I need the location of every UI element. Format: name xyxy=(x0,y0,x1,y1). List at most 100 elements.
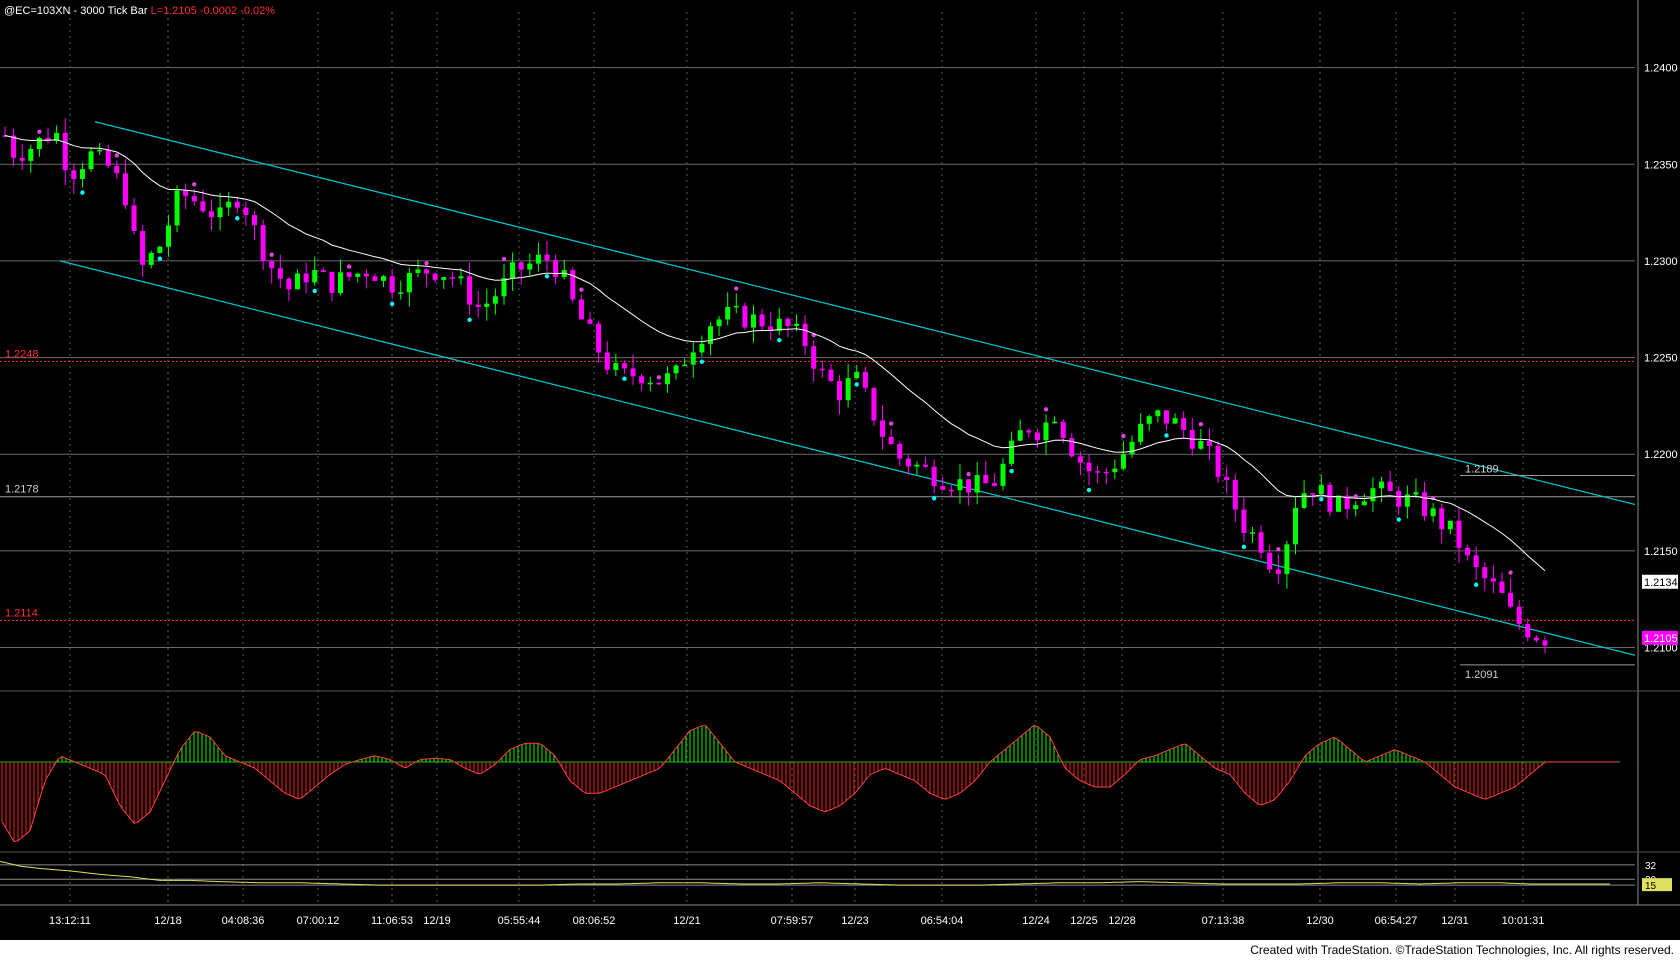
change-text: -0.0002 xyxy=(200,5,240,17)
price-chart[interactable]: 1.2400 1.2350 1.2300 1.2250 1.2200 1.2150 1.21… xyxy=(0,0,1680,940)
candle-body xyxy=(1198,440,1204,449)
candle-body xyxy=(948,489,954,492)
candle-body xyxy=(811,346,817,369)
swing-high-marker xyxy=(1198,421,1204,427)
candle-body xyxy=(295,273,301,290)
candle-body xyxy=(888,436,894,445)
swing-high-marker xyxy=(501,256,507,262)
candle-body xyxy=(165,225,171,247)
candle-body xyxy=(71,170,77,180)
candle-body xyxy=(682,364,688,367)
price-tick-label: 1.2400 xyxy=(1644,63,1678,75)
candle-body xyxy=(79,169,85,180)
swing-low-marker xyxy=(931,496,937,501)
candle-body xyxy=(1516,606,1522,625)
candle-body xyxy=(1533,637,1539,641)
candle-body xyxy=(389,276,395,293)
candle-body xyxy=(828,369,834,382)
candle-body xyxy=(647,382,653,385)
candle-body xyxy=(518,262,524,270)
time-tick-label: 11:06:53 xyxy=(371,915,413,927)
candle-body xyxy=(424,269,430,274)
candle-body xyxy=(303,273,309,283)
candle-body xyxy=(11,135,17,158)
swing-high-marker xyxy=(1276,547,1281,552)
last-price-label: 1.2105 xyxy=(1644,633,1678,645)
candle-body xyxy=(501,278,507,297)
moving-average-line xyxy=(4,135,1546,572)
candle-body xyxy=(742,305,748,328)
copyright-text: Created with TradeStation. ©TradeStation… xyxy=(1250,943,1674,957)
candle-body xyxy=(363,273,369,277)
candle-body xyxy=(88,151,94,170)
candle-body xyxy=(140,231,146,265)
candle-body xyxy=(200,201,206,212)
candle-body xyxy=(1241,509,1247,533)
swing-low-marker xyxy=(1086,487,1092,493)
candle-body xyxy=(97,149,103,152)
candle-body xyxy=(1000,463,1006,486)
candle-body xyxy=(785,318,791,326)
candle-body xyxy=(880,420,886,437)
candle-body xyxy=(191,196,197,202)
candle-body xyxy=(570,270,576,300)
swing-high-marker xyxy=(1121,433,1126,439)
candle-body xyxy=(535,254,541,264)
candle-body xyxy=(578,299,584,320)
candle-body xyxy=(1336,495,1342,512)
candle-body xyxy=(1465,547,1471,556)
candle-body xyxy=(1249,532,1255,534)
candle-body xyxy=(1069,437,1075,457)
candle-body xyxy=(338,272,344,294)
candle-body xyxy=(553,260,559,278)
candle-body xyxy=(983,475,989,484)
candle-body xyxy=(639,376,645,384)
price-tick-label: 1.2350 xyxy=(1644,159,1678,171)
channel-line-upper xyxy=(94,121,1636,506)
candle-body xyxy=(725,306,731,320)
candle-body xyxy=(157,246,163,253)
candle-body xyxy=(1413,492,1419,495)
candle-body xyxy=(234,201,240,208)
candle-body xyxy=(1370,488,1376,502)
swing-low-marker xyxy=(80,190,85,195)
candle-body xyxy=(1490,578,1496,582)
candle-body xyxy=(794,323,800,326)
candle-body xyxy=(475,304,481,307)
candle-body xyxy=(398,292,404,294)
swing-high-marker xyxy=(37,129,42,134)
swing-low-marker xyxy=(1241,544,1247,550)
candle-body xyxy=(845,378,851,401)
candle-body xyxy=(1258,532,1264,553)
candle-body xyxy=(269,261,275,269)
candle-body xyxy=(1060,421,1066,438)
candle-body xyxy=(406,272,412,293)
price-tick-label: 1.2300 xyxy=(1644,256,1678,268)
time-tick-label: 12/21 xyxy=(673,915,701,927)
swing-low-marker xyxy=(622,376,627,381)
candle-body xyxy=(1439,508,1445,530)
candle-body xyxy=(1034,432,1040,441)
time-tick-label: 06:54:04 xyxy=(921,915,964,927)
candle-body xyxy=(329,271,335,294)
candle-body xyxy=(441,277,447,280)
candle-body xyxy=(346,272,352,277)
candle-body xyxy=(957,479,963,491)
candle-body xyxy=(1052,421,1058,424)
candle-body xyxy=(492,296,498,304)
candle-body xyxy=(905,458,911,467)
candle-body xyxy=(1086,462,1092,472)
swing-low-marker xyxy=(1473,582,1479,587)
time-tick-label: 07:13:38 xyxy=(1202,915,1245,927)
candle-body xyxy=(1129,441,1135,455)
candle-body xyxy=(1120,454,1126,469)
indicator-tick-label: 32 xyxy=(1645,861,1657,872)
candle-body xyxy=(1267,552,1273,570)
swing-low-marker xyxy=(1164,433,1169,438)
price-tick-label: 1.2150 xyxy=(1644,546,1678,558)
candle-body xyxy=(1482,567,1488,579)
candle-body xyxy=(1232,480,1238,510)
candle-body xyxy=(1499,581,1505,593)
candle-body xyxy=(1327,484,1333,512)
candle-body xyxy=(243,207,249,216)
